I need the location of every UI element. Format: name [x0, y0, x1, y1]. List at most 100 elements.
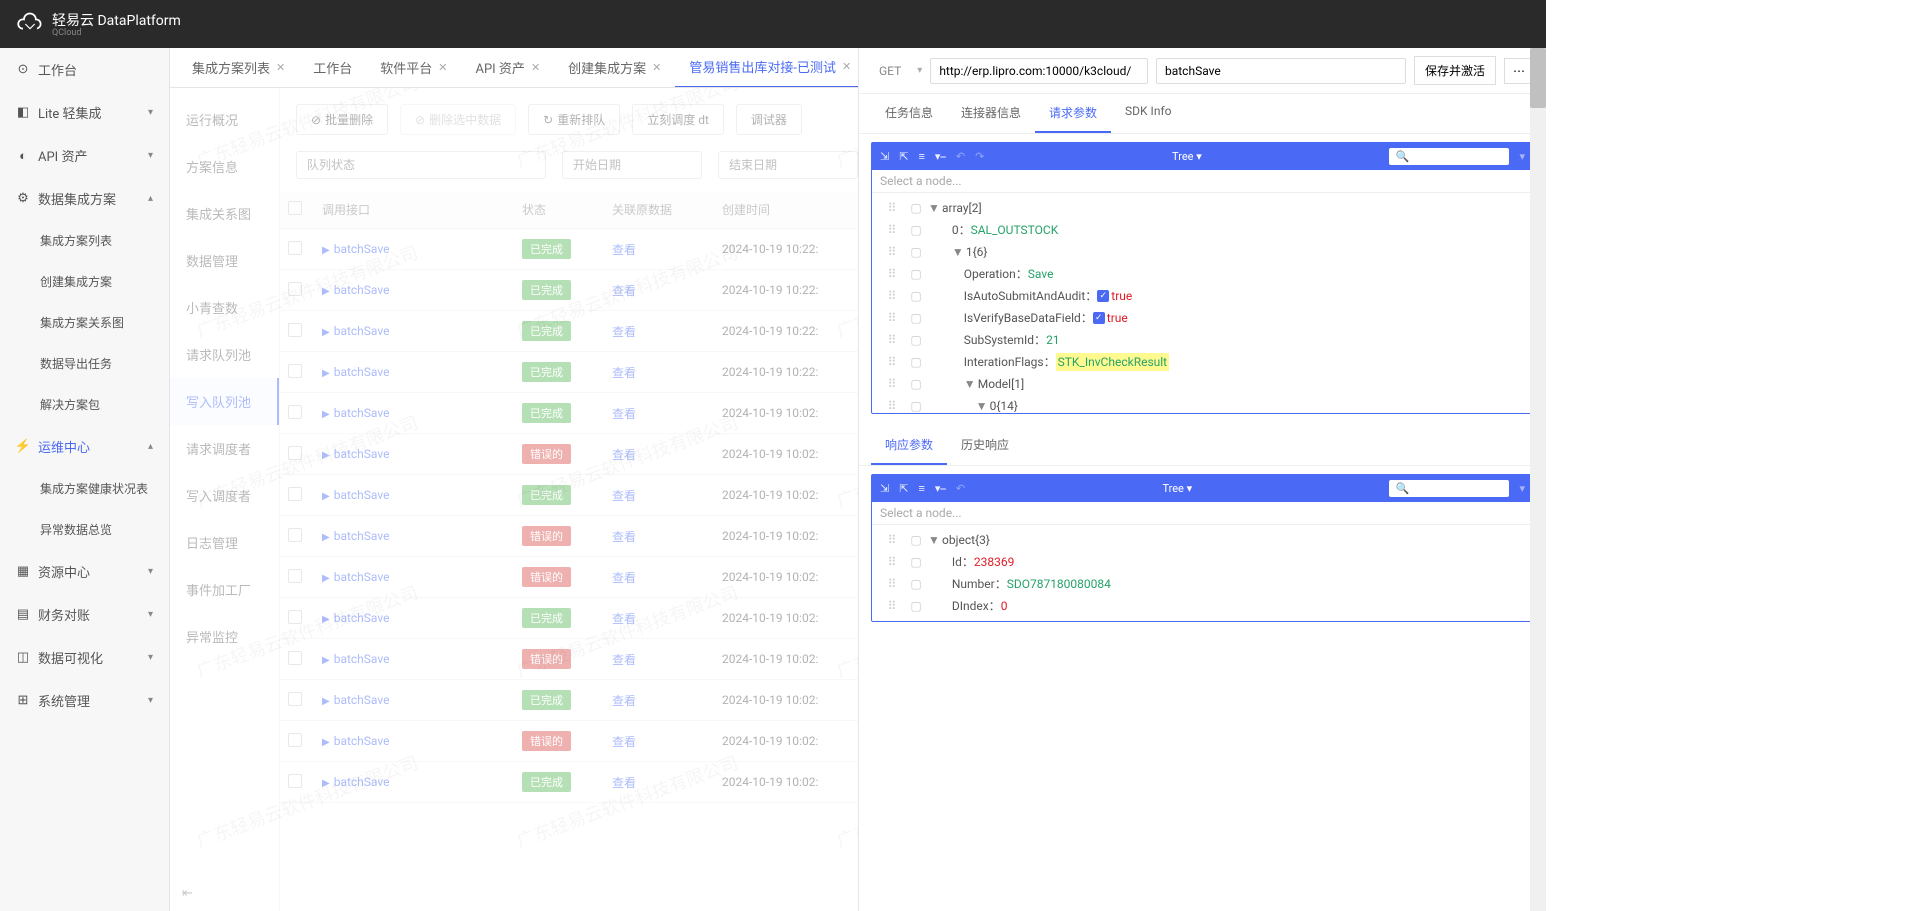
view-link[interactable]: 查看 — [612, 243, 636, 257]
section-nav-item[interactable]: 日志管理 — [170, 519, 279, 566]
node-menu-icon[interactable]: ▢ — [904, 531, 928, 549]
collapse-all-icon[interactable]: ⇱ — [899, 482, 908, 495]
sidebar-item[interactable]: ◧Lite 轻集成▾ — [0, 91, 169, 134]
drag-handle-icon[interactable]: ⠿ — [880, 331, 904, 349]
row-checkbox[interactable] — [288, 528, 302, 542]
section-nav-item[interactable]: 方案信息 — [170, 143, 279, 190]
row-checkbox[interactable] — [288, 487, 302, 501]
row-checkbox[interactable] — [288, 651, 302, 665]
drag-handle-icon[interactable]: ⠿ — [880, 397, 904, 413]
caret-icon[interactable]: ▼ — [928, 531, 942, 549]
undo-icon[interactable]: ↶ — [956, 482, 965, 495]
api-link[interactable]: batchSave — [334, 734, 390, 748]
panel-tab[interactable]: 请求参数 — [1035, 94, 1111, 133]
view-link[interactable]: 查看 — [612, 530, 636, 544]
api-link[interactable]: batchSave — [334, 570, 390, 584]
row-checkbox[interactable] — [288, 569, 302, 583]
save-activate-button[interactable]: 保存并激活 — [1414, 56, 1496, 85]
page-tab[interactable]: 工作台 — [299, 48, 366, 88]
requeue-button[interactable]: ↻ 重新排队 — [528, 104, 620, 135]
node-menu-icon[interactable]: ▢ — [904, 397, 928, 413]
sort-icon[interactable]: ≡ — [918, 482, 924, 495]
section-nav-item[interactable]: 运行概况 — [170, 96, 279, 143]
sidebar-item[interactable]: ▦资源中心▾ — [0, 550, 169, 593]
node-menu-icon[interactable]: ▢ — [904, 199, 928, 217]
view-link[interactable]: 查看 — [612, 735, 636, 749]
api-link[interactable]: batchSave — [334, 529, 390, 543]
filter-icon[interactable]: ▾⎯ — [935, 150, 946, 164]
debugger-button[interactable]: 调试器 — [736, 104, 802, 135]
node-menu-icon[interactable]: ▢ — [904, 265, 928, 283]
row-checkbox[interactable] — [288, 774, 302, 788]
dispatch-button[interactable]: 立刻调度 dt — [632, 104, 724, 135]
api-link[interactable]: batchSave — [334, 693, 390, 707]
delete-selected-button[interactable]: ⊘ 删除选中数据 — [400, 104, 516, 135]
sidebar-item[interactable]: 创建集成方案 — [0, 261, 169, 302]
api-link[interactable]: batchSave — [334, 324, 390, 338]
view-mode[interactable]: Tree ▾ — [1172, 150, 1202, 163]
panel-subtab[interactable]: 历史响应 — [947, 426, 1023, 465]
section-nav-item[interactable]: 请求调度者 — [170, 425, 279, 472]
url-input[interactable] — [930, 58, 1148, 84]
status-filter[interactable] — [296, 151, 546, 179]
view-link[interactable]: 查看 — [612, 776, 636, 790]
sidebar-item[interactable]: ⚡运维中心▴ — [0, 425, 169, 468]
node-menu-icon[interactable]: ▢ — [904, 375, 928, 393]
page-tab[interactable]: API 资产✕ — [461, 48, 554, 88]
section-nav-item[interactable]: 数据管理 — [170, 237, 279, 284]
view-link[interactable]: 查看 — [612, 448, 636, 462]
sidebar-item[interactable]: 集成方案列表 — [0, 220, 169, 261]
api-link[interactable]: batchSave — [334, 283, 390, 297]
panel-subtab[interactable]: 响应参数 — [871, 426, 947, 465]
end-date-input[interactable] — [718, 151, 858, 179]
sidebar-item[interactable]: 解决方案包 — [0, 384, 169, 425]
node-menu-icon[interactable]: ▢ — [904, 309, 928, 327]
redo-icon[interactable]: ↷ — [975, 150, 984, 163]
view-link[interactable]: 查看 — [612, 571, 636, 585]
node-path[interactable]: Select a node... — [872, 502, 1533, 525]
api-link[interactable]: batchSave — [334, 406, 390, 420]
row-checkbox[interactable] — [288, 610, 302, 624]
start-date-input[interactable] — [562, 151, 702, 179]
node-menu-icon[interactable]: ▢ — [904, 353, 928, 371]
select-all-checkbox[interactable] — [288, 201, 302, 215]
checkbox-icon[interactable]: ✓ — [1093, 312, 1105, 324]
sidebar-item[interactable]: 集成方案关系图 — [0, 302, 169, 343]
node-menu-icon[interactable]: ▢ — [904, 553, 928, 571]
panel-tab[interactable]: SDK Info — [1111, 94, 1185, 133]
drag-handle-icon[interactable]: ⠿ — [880, 199, 904, 217]
caret-icon[interactable]: ▼ — [964, 375, 978, 393]
api-link[interactable]: batchSave — [334, 488, 390, 502]
http-method[interactable]: GET — [871, 60, 909, 82]
section-nav-item[interactable]: 写入队列池 — [170, 378, 279, 425]
sidebar-item[interactable]: ⚙数据集成方案▴ — [0, 177, 169, 220]
page-tab[interactable]: 软件平台✕ — [366, 48, 461, 88]
view-link[interactable]: 查看 — [612, 653, 636, 667]
json-search-input[interactable] — [1389, 148, 1509, 165]
row-checkbox[interactable] — [288, 364, 302, 378]
scrollbar[interactable] — [1530, 48, 1546, 911]
node-menu-icon[interactable]: ▢ — [904, 287, 928, 305]
panel-tab[interactable]: 连接器信息 — [947, 94, 1035, 133]
panel-tab[interactable]: 任务信息 — [871, 94, 947, 133]
view-link[interactable]: 查看 — [612, 407, 636, 421]
view-link[interactable]: 查看 — [612, 612, 636, 626]
sidebar-item[interactable]: 数据导出任务 — [0, 343, 169, 384]
drag-handle-icon[interactable]: ⠿ — [880, 287, 904, 305]
section-nav-item[interactable]: 异常监控 — [170, 613, 279, 660]
drag-handle-icon[interactable]: ⠿ — [880, 221, 904, 239]
caret-icon[interactable]: ▼ — [976, 397, 990, 413]
drag-handle-icon[interactable]: ⠿ — [880, 265, 904, 283]
node-path[interactable]: Select a node... — [872, 170, 1533, 193]
sidebar-item[interactable]: 异常数据总览 — [0, 509, 169, 550]
api-link[interactable]: batchSave — [334, 365, 390, 379]
sidebar-item[interactable]: ◫数据可视化▾ — [0, 636, 169, 679]
chevron-down-icon[interactable]: ▾ — [1519, 482, 1525, 495]
api-link[interactable]: batchSave — [334, 242, 390, 256]
page-tab[interactable]: 创建集成方案✕ — [554, 48, 675, 88]
filter-icon[interactable]: ▾⎯ — [935, 482, 946, 496]
expand-all-icon[interactable]: ⇲ — [880, 150, 889, 163]
drag-handle-icon[interactable]: ⠿ — [880, 309, 904, 327]
section-nav-item[interactable]: 事件加工厂 — [170, 566, 279, 613]
node-menu-icon[interactable]: ▢ — [904, 221, 928, 239]
